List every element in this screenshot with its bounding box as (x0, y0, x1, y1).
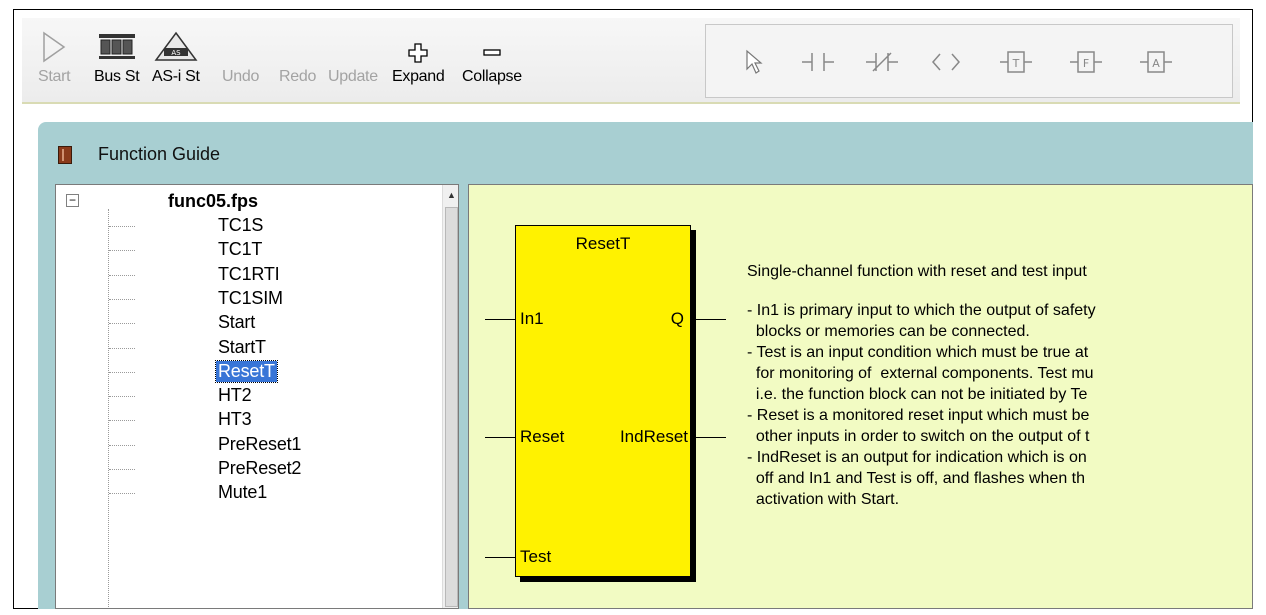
minus-icon (482, 24, 502, 64)
book-icon (58, 146, 72, 164)
tree-connector (109, 250, 135, 252)
expand-button[interactable]: Expand (392, 24, 445, 86)
pin-indreset: IndReset (619, 427, 688, 446)
tree-connector (109, 469, 135, 470)
tree-item[interactable]: Mute1 (56, 481, 436, 505)
description-line: activation with Start. (747, 491, 900, 508)
function-description: Single-channel function with reset and t… (747, 261, 1252, 510)
coil-brackets-icon[interactable] (926, 45, 966, 79)
svg-text:T: T (1012, 57, 1020, 70)
tree-root[interactable]: func05.fps (168, 191, 258, 212)
block-a-icon[interactable]: A (1136, 45, 1176, 79)
in1-wire (485, 319, 515, 320)
start-button[interactable]: Start (38, 24, 71, 86)
tree-item-label: Mute1 (218, 482, 268, 503)
tree-item-label: Start (218, 312, 256, 333)
tree-item-label: HT2 (218, 385, 252, 406)
pin-test: Test (520, 547, 552, 566)
plus-icon (408, 24, 428, 64)
tree-item[interactable]: TC1RTI (56, 263, 436, 287)
tree-item-label: PreReset2 (218, 458, 302, 478)
q-wire (696, 319, 726, 320)
description-line: blocks or memories can be connected. (747, 323, 1030, 340)
description-line: - Reset is a monitored reset input which… (747, 407, 1090, 424)
tree-item-label: TC1T (218, 239, 263, 260)
pin-in1: In1 (520, 309, 544, 328)
tree-item[interactable]: PreReset2 (56, 457, 436, 481)
tree-item-label: TC1SIM (218, 287, 283, 308)
tree-item[interactable]: TC1SIM (56, 287, 436, 311)
description-intro: Single-channel function with reset and t… (747, 263, 1087, 280)
block-name: ResetT (575, 234, 631, 253)
tree-item[interactable]: ResetT (56, 359, 436, 384)
undo-button[interactable]: Undo (222, 24, 259, 86)
tree-item-label: TC1S (218, 215, 264, 235)
window-title: Function Guide (98, 144, 221, 164)
collapse-button[interactable]: Collapse (462, 24, 522, 86)
block-f-icon[interactable]: F (1066, 45, 1106, 79)
bus-status-icon (97, 24, 137, 64)
description-line: i.e. the function block can not be initi… (747, 386, 1088, 403)
tree-item[interactable]: StartT (56, 336, 436, 360)
toolbar: Start Bus St AS AS-i St Undo Redo Update… (22, 18, 1240, 104)
tree-connector (109, 226, 135, 227)
tree-connector (109, 420, 135, 422)
update-button[interactable]: Update (328, 24, 378, 86)
redo-button[interactable]: Redo (279, 24, 316, 86)
tree-connector (109, 298, 135, 300)
tree-item[interactable]: Start (56, 311, 436, 335)
tree-connector (109, 493, 135, 495)
scroll-up-icon[interactable]: ▲ (443, 185, 458, 205)
tree-item-label: HT3 (218, 409, 252, 430)
scroll-thumb[interactable] (445, 207, 458, 607)
block-t-icon[interactable]: T (996, 45, 1036, 79)
tree-item[interactable]: TC1S (56, 214, 436, 238)
ladder-tools-group: T F A (705, 24, 1233, 98)
function-tree[interactable]: − func05.fps TC1S TC1T TC1RTI TC1SIM Start St… (55, 184, 459, 609)
function-block-diagram: ResetT In1 Q Reset IndReset Test (515, 225, 691, 577)
indreset-wire (696, 437, 726, 438)
description-line: - Test is an input condition which must … (747, 344, 1089, 361)
tree-item-label: StartT (218, 336, 266, 357)
asi-status-icon: AS (154, 24, 198, 64)
tree-scrollbar[interactable]: ▲ (442, 185, 458, 608)
tree-connector (109, 396, 135, 398)
svg-text:AS: AS (171, 49, 181, 57)
function-guide-window: Function Guide − func05.fps TC1S TC1T TC1R… (38, 122, 1253, 609)
tree-item[interactable]: HT2 (56, 384, 436, 408)
svg-text:A: A (1152, 57, 1160, 70)
collapse-tree-icon[interactable]: − (66, 194, 79, 207)
description-line: other inputs in order to switch on the o… (747, 428, 1090, 445)
tree-connector (109, 323, 135, 325)
description-line: - IndReset is an output for indication w… (747, 449, 1087, 466)
test-wire (485, 557, 515, 558)
pin-reset: Reset (520, 427, 565, 446)
pointer-icon[interactable] (734, 45, 774, 79)
svg-text:F: F (1083, 57, 1089, 70)
tree-connector (109, 347, 135, 349)
description-line: off and In1 and Test is off, and flashes… (747, 470, 1086, 487)
function-description-panel: ResetT In1 Q Reset IndReset Test Single-… (468, 184, 1253, 609)
contact-no-icon[interactable] (798, 45, 838, 79)
play-triangle-icon (41, 24, 67, 64)
tree-item-label: TC1RTI (218, 263, 280, 284)
tree-connector (109, 444, 135, 446)
contact-nc-icon[interactable] (862, 45, 902, 79)
tree-connector (109, 274, 135, 276)
asi-status-button[interactable]: AS AS-i St (152, 24, 200, 86)
tree-item-label: ResetT (215, 359, 278, 383)
tree-item-label: PreReset1 (218, 433, 302, 454)
description-line: - In1 is primary input to which the outp… (747, 302, 1096, 319)
description-line: for monitoring of external components. T… (747, 365, 1094, 382)
tree-item[interactable]: TC1T (56, 238, 436, 262)
pin-q: Q (670, 309, 684, 328)
window-title-bar[interactable]: Function Guide (38, 122, 1253, 184)
tree-item[interactable]: HT3 (56, 408, 436, 432)
tree-item[interactable]: PreReset1 (56, 433, 436, 457)
bus-status-button[interactable]: Bus St (94, 24, 140, 86)
tree-connector (109, 371, 135, 373)
reset-wire (485, 437, 515, 438)
